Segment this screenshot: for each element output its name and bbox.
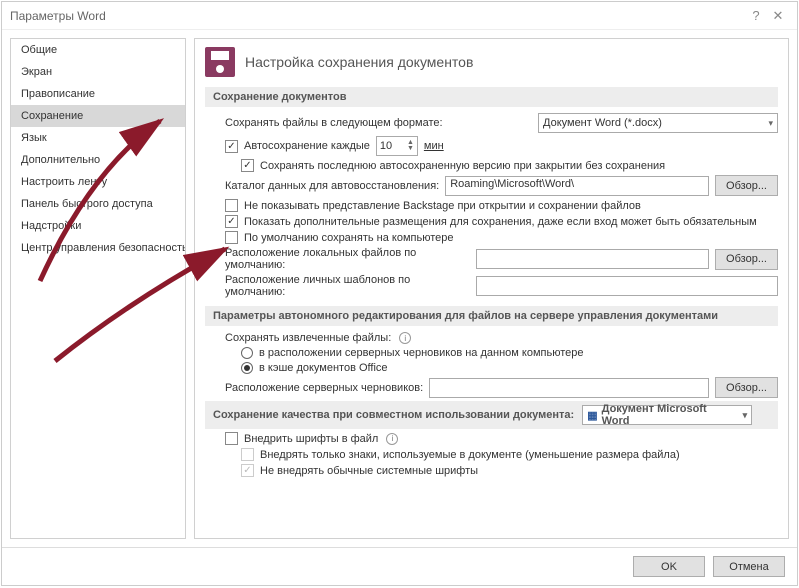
save-disk-icon bbox=[205, 47, 235, 77]
templates-input[interactable] bbox=[476, 276, 778, 296]
autosave-unit: мин bbox=[424, 140, 444, 152]
browse-autorecover-button[interactable]: Обзор... bbox=[715, 175, 778, 196]
document-selector[interactable]: ▦Документ Microsoft Word ▾ bbox=[582, 405, 752, 425]
no-backstage-label: Не показывать представление Backstage пр… bbox=[244, 200, 641, 212]
section-save-documents: Сохранение документов bbox=[205, 87, 778, 107]
sidebar-item-addins[interactable]: Надстройки bbox=[11, 215, 185, 237]
help-button[interactable]: ? bbox=[745, 8, 767, 23]
drafts-path-label: Расположение серверных черновиков: bbox=[225, 382, 423, 394]
sidebar-item-qat[interactable]: Панель быстрого доступа bbox=[11, 193, 185, 215]
autorecover-path-input[interactable]: Roaming\Microsoft\Word\ bbox=[445, 176, 709, 196]
no-backstage-checkbox[interactable] bbox=[225, 199, 238, 212]
show-additional-checkbox[interactable] bbox=[225, 215, 238, 228]
templates-label: Расположение личных шаблонов по умолчани… bbox=[225, 274, 470, 298]
category-sidebar: Общие Экран Правописание Сохранение Язык… bbox=[10, 38, 186, 539]
local-files-label: Расположение локальных файлов по умолчан… bbox=[225, 247, 470, 271]
ok-button[interactable]: OK bbox=[633, 556, 705, 577]
autosave-label: Автосохранение каждые bbox=[244, 140, 370, 152]
info-icon[interactable] bbox=[386, 433, 398, 445]
spin-down-icon[interactable]: ▼ bbox=[407, 146, 414, 152]
titlebar: Параметры Word ? ✕ bbox=[2, 2, 797, 30]
browse-local-files-button[interactable]: Обзор... bbox=[715, 249, 778, 270]
radio-server-drafts-label: в расположении серверных черновиков на д… bbox=[259, 347, 583, 359]
sidebar-item-save[interactable]: Сохранение bbox=[11, 105, 185, 127]
save-to-computer-checkbox[interactable] bbox=[225, 231, 238, 244]
info-icon[interactable] bbox=[399, 332, 411, 344]
options-dialog: Параметры Word ? ✕ Общие Экран Правописа… bbox=[1, 1, 798, 586]
sidebar-item-proofing[interactable]: Правописание bbox=[11, 83, 185, 105]
autosave-checkbox[interactable] bbox=[225, 140, 238, 153]
page-title: Настройка сохранения документов bbox=[245, 54, 473, 70]
sidebar-item-language[interactable]: Язык bbox=[11, 127, 185, 149]
browse-drafts-button[interactable]: Обзор... bbox=[715, 377, 778, 398]
drafts-path-input[interactable] bbox=[429, 378, 709, 398]
radio-office-cache[interactable] bbox=[241, 362, 253, 374]
section-sharing-quality: Сохранение качества при совместном испол… bbox=[205, 401, 778, 429]
embed-used-only-label: Внедрять только знаки, используемые в до… bbox=[260, 449, 680, 461]
save-to-computer-label: По умолчанию сохранять на компьютере bbox=[244, 232, 453, 244]
save-format-label: Сохранять файлы в следующем формате: bbox=[225, 117, 443, 129]
cancel-button[interactable]: Отмена bbox=[713, 556, 785, 577]
sidebar-item-advanced[interactable]: Дополнительно bbox=[11, 149, 185, 171]
extracted-files-label: Сохранять извлеченные файлы: bbox=[225, 332, 391, 344]
close-button[interactable]: ✕ bbox=[767, 8, 789, 24]
word-doc-icon: ▦ bbox=[587, 409, 597, 422]
radio-office-cache-label: в кэше документов Office bbox=[259, 362, 388, 374]
chevron-down-icon: ▾ bbox=[743, 410, 748, 421]
radio-server-drafts[interactable] bbox=[241, 347, 253, 359]
embed-fonts-checkbox[interactable] bbox=[225, 432, 238, 445]
save-format-select[interactable]: Документ Word (*.docx) ▾ bbox=[538, 113, 778, 133]
content-panel: Настройка сохранения документов Сохранен… bbox=[194, 38, 789, 539]
window-title: Параметры Word bbox=[10, 9, 745, 23]
chevron-down-icon: ▾ bbox=[768, 118, 773, 129]
local-files-input[interactable] bbox=[476, 249, 709, 269]
keep-last-autosave-label: Сохранять последнюю автосохраненную верс… bbox=[260, 160, 665, 172]
no-system-fonts-checkbox bbox=[241, 464, 254, 477]
autosave-interval-input[interactable]: 10 ▲▼ bbox=[376, 136, 418, 156]
sidebar-item-general[interactable]: Общие bbox=[11, 39, 185, 61]
autorecover-path-label: Каталог данных для автовосстановления: bbox=[225, 180, 439, 192]
keep-last-autosave-checkbox[interactable] bbox=[241, 159, 254, 172]
show-additional-label: Показать дополнительные размещения для с… bbox=[244, 216, 757, 228]
sidebar-item-display[interactable]: Экран bbox=[11, 61, 185, 83]
sidebar-item-ribbon[interactable]: Настроить ленту bbox=[11, 171, 185, 193]
embed-used-only-checkbox bbox=[241, 448, 254, 461]
dialog-footer: OK Отмена bbox=[2, 547, 797, 585]
embed-fonts-label: Внедрить шрифты в файл bbox=[244, 433, 378, 445]
section-offline-editing: Параметры автономного редактирования для… bbox=[205, 306, 778, 326]
no-system-fonts-label: Не внедрять обычные системные шрифты bbox=[260, 465, 478, 477]
sidebar-item-trust[interactable]: Центр управления безопасностью bbox=[11, 237, 185, 259]
